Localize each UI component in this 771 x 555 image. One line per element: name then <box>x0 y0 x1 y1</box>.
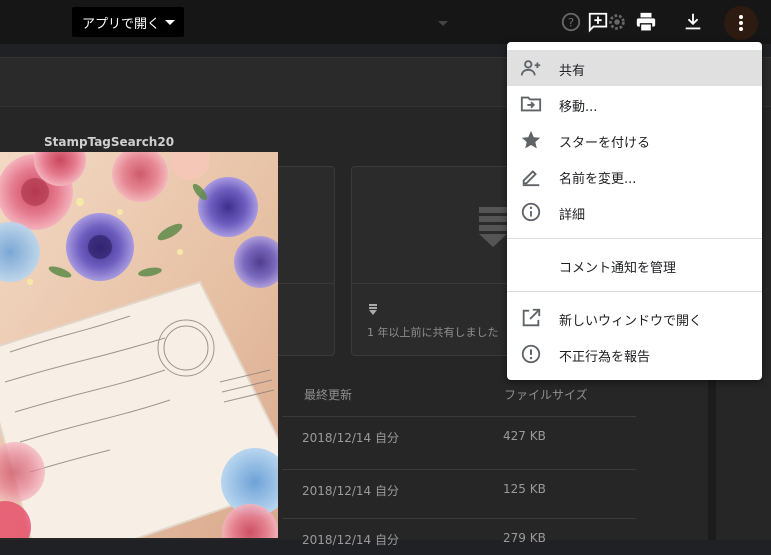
menu-item-move[interactable]: 移動... <box>507 86 762 122</box>
table-row[interactable]: 2018/12/14 自分 125 KB <box>282 469 636 506</box>
svg-text:?: ? <box>568 16 574 30</box>
size-cell: 279 KB <box>503 531 546 545</box>
menu-item-label: 新しいウィンドウで開く <box>559 314 703 329</box>
modified-cell: 2018/12/14 自分 <box>302 484 399 498</box>
menu-item-report-abuse[interactable]: 不正行為を報告 <box>507 336 762 372</box>
stamp-file-icon <box>479 207 507 247</box>
menu-item-share[interactable]: 共有 <box>507 50 762 86</box>
size-cell: 427 KB <box>503 429 546 443</box>
table-row[interactable]: 2018/12/14 自分 279 KB <box>282 518 636 555</box>
file-shared-date: 1 年以上前に共有しました <box>367 326 499 339</box>
scrollbar[interactable] <box>708 380 716 540</box>
help-icon[interactable]: ? <box>558 9 584 35</box>
more-options-menu: 共有 移動... スターを付ける 名前を変更... 詳細 コメント通知を管理 新… <box>507 42 762 380</box>
info-icon <box>519 200 543 224</box>
print-icon[interactable] <box>633 9 659 35</box>
menu-item-label: スターを付ける <box>559 136 651 151</box>
card-divider <box>352 283 525 284</box>
menu-item-rename[interactable]: 名前を変更... <box>507 158 762 194</box>
menu-item-label: 不正行為を報告 <box>559 350 651 365</box>
menu-item-star[interactable]: スターを付ける <box>507 122 762 158</box>
file-type-icon <box>369 304 377 315</box>
file-title: StampTagSearch20 <box>44 135 175 149</box>
menu-item-details[interactable]: 詳細 <box>507 194 762 230</box>
menu-item-label: コメント通知を管理 <box>559 261 677 276</box>
dropdown-caret-icon <box>165 20 175 25</box>
download-icon[interactable] <box>680 9 706 35</box>
table-row[interactable]: 2018/12/14 自分 427 KB <box>282 416 636 453</box>
person-add-icon <box>519 56 543 80</box>
chevron-down-icon <box>438 21 448 26</box>
size-cell: 125 KB <box>503 482 546 496</box>
menu-item-label: 名前を変更... <box>559 172 637 187</box>
menu-divider <box>507 238 762 239</box>
menu-divider <box>507 291 762 292</box>
more-options-button[interactable] <box>724 6 758 40</box>
column-header-size[interactable]: ファイルサイズ <box>504 386 588 403</box>
menu-item-label: 共有 <box>559 64 586 79</box>
report-icon <box>519 342 543 366</box>
star-icon <box>519 128 543 152</box>
modified-cell: 2018/12/14 自分 <box>302 431 399 445</box>
add-comment-icon[interactable] <box>585 9 611 35</box>
pencil-icon <box>519 164 543 188</box>
menu-item-open-new-window[interactable]: 新しいウィンドウで開く <box>507 300 762 336</box>
menu-item-label: 詳細 <box>559 208 586 223</box>
column-header-modified[interactable]: 最終更新 <box>304 386 352 403</box>
open-with-app-label: アプリで開く <box>82 16 161 32</box>
open-with-app-button[interactable]: アプリで開く <box>72 7 184 37</box>
image-preview <box>0 152 278 538</box>
more-vert-icon <box>739 15 743 31</box>
menu-item-comment-notifications[interactable]: コメント通知を管理 <box>507 247 762 283</box>
open-in-new-icon <box>519 306 543 330</box>
menu-item-label: 移動... <box>559 100 598 115</box>
move-to-folder-icon <box>519 92 543 116</box>
